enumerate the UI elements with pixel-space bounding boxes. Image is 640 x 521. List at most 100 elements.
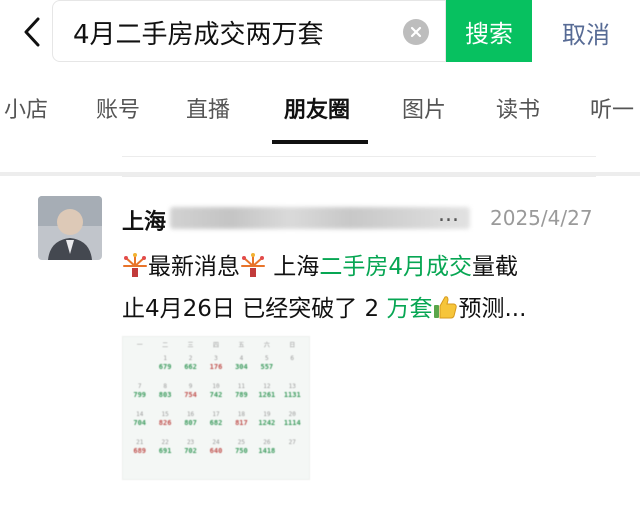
thumbs-up-icon — [434, 296, 458, 319]
calendar-transaction-count: 662 — [184, 363, 197, 371]
calendar-day-number: 27 — [288, 439, 296, 446]
tab-shop[interactable]: 小店 — [4, 92, 48, 124]
calendar-value-row: 704 826 807 682 817 1242 1114 — [127, 419, 305, 428]
tab-accounts[interactable]: 账号 — [96, 92, 140, 124]
calendar-transaction-count: 750 — [235, 447, 248, 455]
calendar-day-number: 22 — [161, 439, 169, 446]
calendar-transaction-count: 557 — [260, 363, 274, 371]
calendar-day-number: 1 — [163, 355, 167, 362]
calendar-day-number: 7 — [137, 383, 142, 390]
avatar[interactable] — [38, 196, 102, 260]
divider — [122, 176, 596, 177]
chevron-left-icon — [24, 17, 40, 47]
calendar-transaction-count — [127, 363, 152, 372]
calendar-transaction-count — [280, 363, 305, 372]
fireworks-icon — [241, 253, 265, 277]
calendar-day-number: 2 — [188, 355, 193, 362]
calendar-transaction-count: 1242 — [258, 419, 276, 427]
calendar-transaction-count: 691 — [158, 447, 172, 455]
search-button[interactable]: 搜索 — [446, 0, 532, 62]
calendar-transaction-count: 1261 — [258, 391, 276, 399]
calendar-day-number: 9 — [188, 383, 193, 390]
clear-search-button[interactable] — [403, 19, 429, 45]
calendar-day-number: 20 — [288, 411, 296, 418]
calendar-transaction-count: 704 — [133, 419, 147, 427]
calendar-day-row: 7 8 9 10 11 12 13 — [127, 382, 305, 391]
calendar-day-number: 24 — [212, 439, 220, 446]
calendar-day-number: 13 — [288, 383, 296, 390]
calendar-day-row: 1 2 3 4 5 6 — [127, 354, 305, 363]
calendar-weekday: 三 — [187, 342, 194, 349]
calendar-transaction-count: 826 — [158, 419, 172, 427]
post-author-name[interactable]: 上海 — [122, 204, 166, 236]
post-text-segment: 预测... — [458, 296, 527, 322]
close-icon — [410, 26, 422, 38]
post-text-line-1: 最新消息 上海二手房4月成交量截 — [122, 246, 608, 288]
redacted-author-name — [170, 207, 470, 229]
calendar-transaction-count — [280, 447, 305, 456]
calendar-day-number: 21 — [136, 439, 144, 446]
calendar-transaction-count: 799 — [133, 391, 147, 399]
tab-listen[interactable]: 听一 — [590, 92, 634, 124]
calendar-transaction-count: 742 — [209, 391, 223, 399]
highlighted-keyword: 万套 — [386, 296, 433, 322]
post-date: 2025/4/27 — [490, 206, 593, 230]
calendar-day-number: 18 — [237, 411, 246, 418]
calendar-transaction-count: 689 — [133, 447, 147, 455]
results-list[interactable]: 上海 ... 2025/4/27 最新消息 上海二手房4月成交量截 止4月26日… — [0, 144, 640, 521]
user-avatar-image — [38, 196, 102, 260]
calendar-value-row: 679 662 176 304 557 — [127, 363, 305, 372]
calendar-weekday: 二 — [162, 342, 169, 349]
fireworks-icon — [123, 253, 147, 277]
post-text-segment: 止4月26日 已经突破了 2 — [122, 296, 387, 322]
calendar-day-number — [127, 354, 152, 363]
divider — [122, 156, 596, 157]
calendar-weekday: 五 — [238, 342, 245, 349]
post-text-segment: 量截 — [471, 254, 518, 280]
calendar-day-number: 12 — [263, 383, 271, 390]
post-text-line-2: 止4月26日 已经突破了 2 万套 预测... — [122, 288, 608, 330]
post-text[interactable]: 最新消息 上海二手房4月成交量截 止4月26日 已经突破了 2 万套 预测... — [122, 246, 608, 330]
post-text-segment: 最新消息 — [148, 254, 240, 280]
calendar-transaction-count: 817 — [235, 419, 248, 427]
calendar-weekday: 六 — [263, 342, 270, 349]
calendar-transaction-count: 754 — [184, 391, 197, 399]
calendar-day-number: 26 — [263, 439, 271, 446]
calendar-weekday: 一 — [136, 342, 143, 349]
calendar-day-number: 16 — [186, 411, 195, 418]
post-image-calendar[interactable]: 一二三四五六日 1 2 3 4 5 6 679 662 176 304 557 7 8 9 10 11 12 13 7… — [122, 336, 310, 480]
calendar-weekday: 日 — [289, 342, 296, 349]
author-name-ellipsis: ... — [438, 202, 459, 227]
calendar-day-number: 11 — [237, 383, 246, 390]
moment-post-card[interactable]: 上海 ... 2025/4/27 最新消息 上海二手房4月成交量截 止4月26日… — [0, 176, 640, 521]
calendar-transaction-count: 789 — [235, 391, 248, 399]
search-category-tabs: 小店 账号 直播 朋友圈 图片 读书 听一 — [0, 64, 640, 144]
calendar-transaction-count: 176 — [209, 363, 223, 371]
calendar-day-number: 14 — [136, 411, 144, 418]
tab-reading[interactable]: 读书 — [496, 92, 540, 124]
calendar-day-number: 17 — [212, 411, 220, 418]
calendar-day-number: 25 — [237, 439, 246, 446]
calendar-transaction-count: 702 — [184, 447, 197, 455]
calendar-day-row: 14 15 16 17 18 19 20 — [127, 410, 305, 419]
tab-images[interactable]: 图片 — [402, 92, 446, 124]
calendar-day-number: 19 — [263, 411, 271, 418]
previous-result-card[interactable] — [0, 144, 640, 172]
calendar-transaction-count: 807 — [184, 419, 197, 427]
cancel-button[interactable]: 取消 — [546, 12, 626, 52]
calendar-transaction-count: 803 — [158, 391, 172, 399]
calendar-day-number: 6 — [290, 355, 295, 362]
back-button[interactable] — [14, 12, 50, 52]
calendar-transaction-count: 682 — [209, 419, 223, 427]
calendar-transaction-count: 1131 — [283, 391, 301, 399]
search-query[interactable]: 4月二手房成交两万套 — [73, 14, 324, 51]
calendar-day-number: 4 — [239, 355, 244, 362]
tab-moments[interactable]: 朋友圈 — [284, 92, 350, 124]
search-input[interactable]: 4月二手房成交两万套 — [52, 0, 446, 62]
calendar-day-number: 3 — [214, 355, 218, 362]
calendar-grid: 一二三四五六日 1 2 3 4 5 6 679 662 176 304 557 7 8 9 10 11 12 13 7… — [123, 337, 309, 456]
search-bar: 4月二手房成交两万套 搜索 取消 — [0, 0, 640, 64]
calendar-day-row: 21 22 23 24 25 26 27 — [127, 438, 305, 447]
calendar-day-number: 15 — [161, 411, 169, 418]
tab-live[interactable]: 直播 — [186, 92, 230, 124]
